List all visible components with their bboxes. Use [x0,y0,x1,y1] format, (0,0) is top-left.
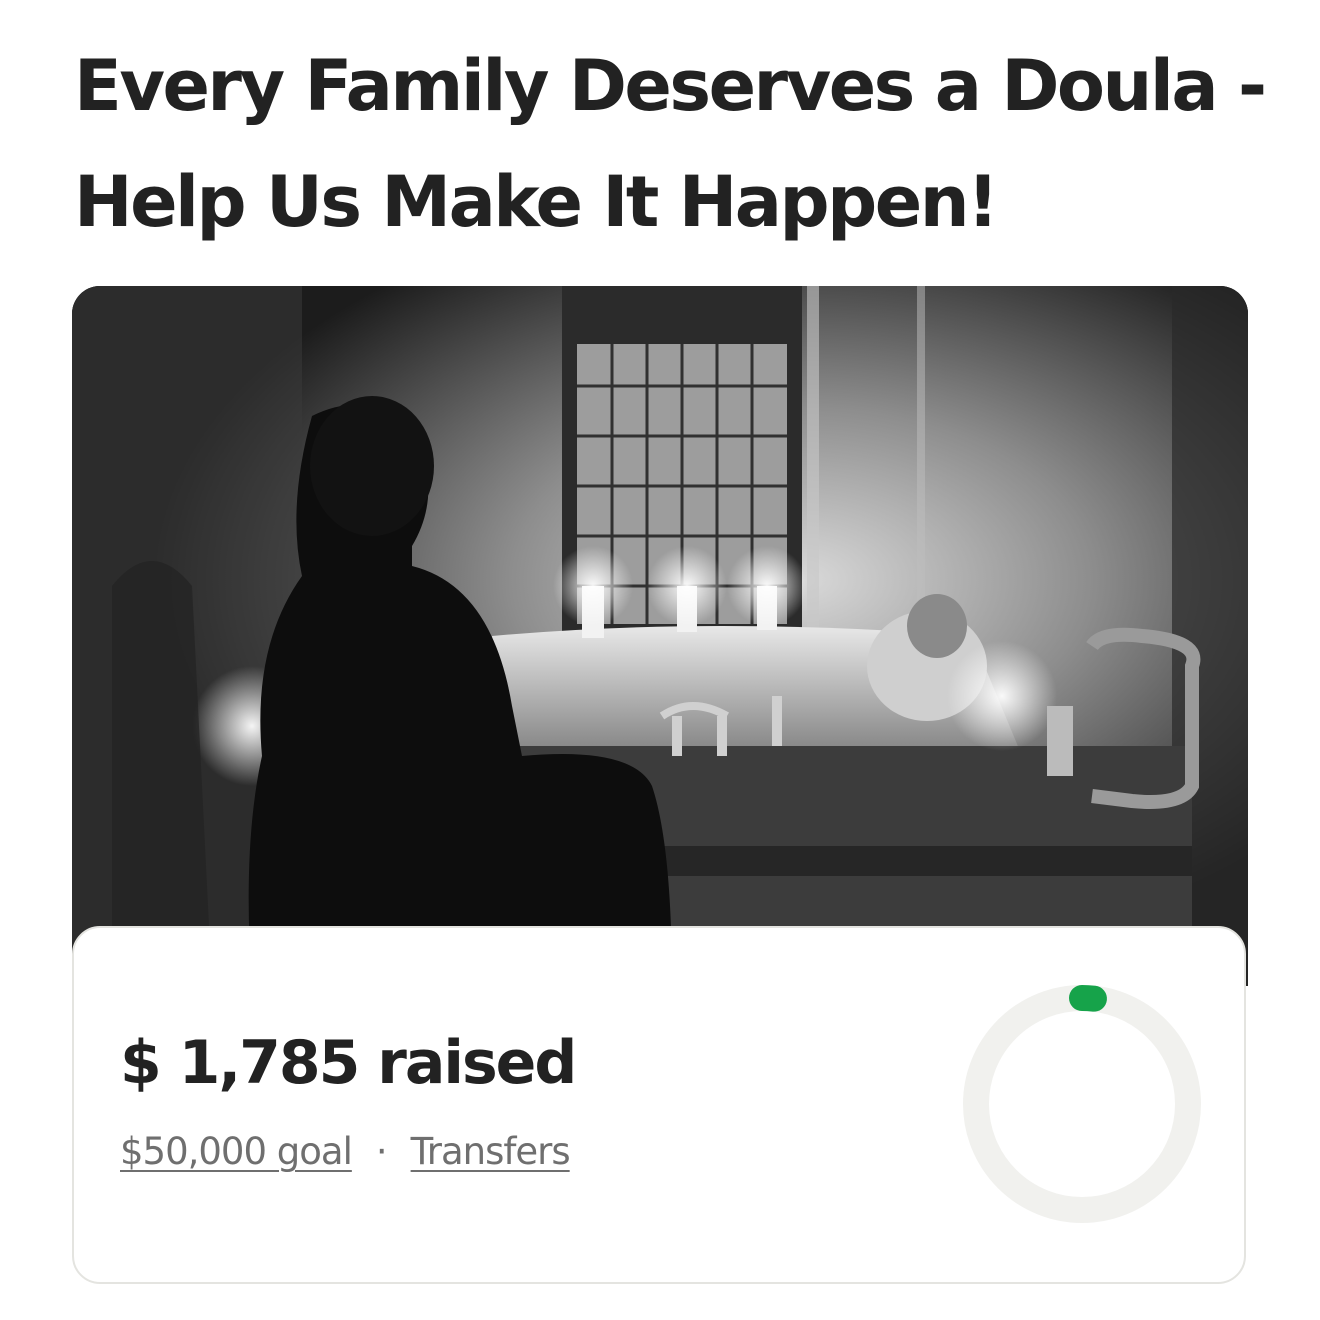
campaign-title: Every Family Deserves a Doula - Help Us … [74,45,1267,243]
campaign-photo [72,286,1248,986]
progress-ring-track [963,985,1201,1223]
circular-progress-icon [963,985,1201,1223]
goal-row: $50,000 goal · Transfers [120,1130,571,1173]
amount-raised: $ 1,785 raised [120,1028,577,1098]
fundraising-progress-card: $ 1,785 raised $50,000 goal · Transfers [72,926,1246,1284]
separator-dot: · [375,1130,388,1173]
goal-link[interactable]: $50,000 goal [120,1130,353,1173]
transfers-link[interactable]: Transfers [411,1130,571,1173]
